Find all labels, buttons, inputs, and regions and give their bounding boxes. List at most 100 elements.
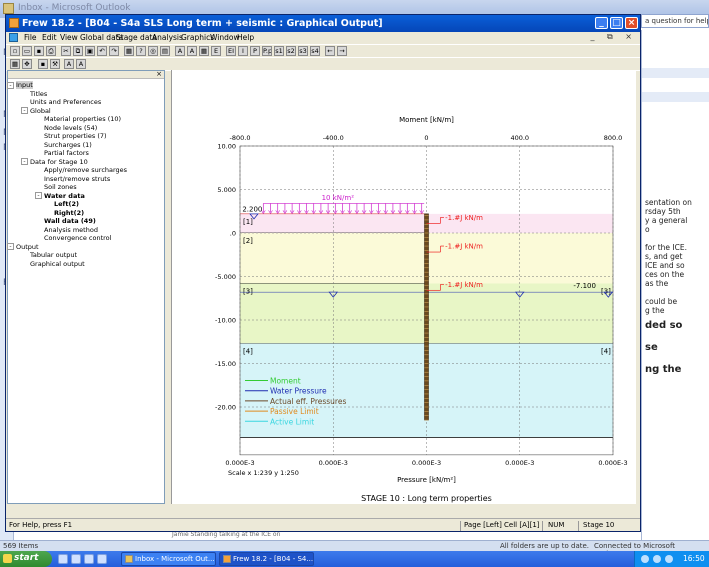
tree-item[interactable]: Input xyxy=(16,81,33,89)
preview-line: for the ICE. xyxy=(645,243,687,252)
quicklaunch-icon[interactable] xyxy=(71,554,81,564)
preview-bold-text: ded so se ng the xyxy=(642,315,709,381)
font-icon[interactable]: A xyxy=(64,59,74,69)
close-button[interactable]: × xyxy=(625,17,638,29)
maximize-button[interactable]: □ xyxy=(610,17,623,29)
mdi-window-buttons[interactable]: _ ⧉ × xyxy=(590,32,637,42)
toolbar-pxp-icon[interactable]: P.p xyxy=(262,46,272,56)
tool-icon[interactable]: ⚒ xyxy=(50,59,60,69)
tree-item[interactable]: Soil zones xyxy=(44,183,77,191)
tree-item[interactable]: Analysis method xyxy=(44,226,98,234)
toolbar-s2-icon[interactable]: s2 xyxy=(286,46,296,56)
menu-file[interactable]: File xyxy=(24,33,37,42)
toolbar-undo-icon[interactable]: ↶ xyxy=(97,46,107,56)
tree-item[interactable]: Tabular output xyxy=(30,251,77,259)
tree-item[interactable]: Graphical output xyxy=(30,260,85,268)
toolbar-save-icon[interactable]: ▪ xyxy=(34,46,44,56)
preview-line: could be xyxy=(645,297,678,306)
tree-item[interactable]: Partial factors xyxy=(44,149,89,157)
tree-item[interactable]: Right(2) xyxy=(54,209,84,217)
menu-edit[interactable]: Edit xyxy=(42,33,57,42)
preview-line: s, and get xyxy=(645,252,683,261)
status-separator xyxy=(460,521,461,531)
toolbar-a-icon[interactable]: A xyxy=(187,46,197,56)
status-page-cell: Page [Left] Cell [A][1] xyxy=(464,521,540,529)
quicklaunch-icon[interactable] xyxy=(84,554,94,564)
quicklaunch-icon[interactable] xyxy=(58,554,68,564)
level-tick-label: -15.00 xyxy=(215,360,236,368)
tree-item[interactable]: Output xyxy=(16,243,39,251)
tree-item[interactable]: Surcharges (1) xyxy=(44,141,92,149)
toolbar-x-icon[interactable]: → xyxy=(337,46,347,56)
taskbar-button-frew[interactable]: Frew 18.2 - [B04 - S4... xyxy=(219,552,314,566)
toolbar-new-icon[interactable]: ▫ xyxy=(10,46,20,56)
tree-expander-icon[interactable]: - xyxy=(7,81,14,89)
toolbar-grid-icon[interactable]: ▦ xyxy=(199,46,209,56)
toolbar-paste-icon[interactable]: ▣ xyxy=(85,46,95,56)
toolbar-print-icon[interactable]: ⎙ xyxy=(46,46,56,56)
toolbar-view-icon[interactable]: ◎ xyxy=(148,46,158,56)
menu-view[interactable]: View xyxy=(60,33,78,42)
minimize-button[interactable]: _ xyxy=(595,17,608,29)
wall-chart[interactable]: [1][2][3] [3][4] [4]-800.00.000E-3-400.00.… xyxy=(172,70,637,504)
toolbar-p-icon[interactable]: P xyxy=(250,46,260,56)
menu-stage-data[interactable]: Stage data xyxy=(116,33,157,42)
toolbar-open-icon[interactable]: ▭ xyxy=(22,46,32,56)
graphical-output-panel[interactable]: [1] [2] [3] [3] [4] [4] -800.0 0.000E-3 -400.0 0.… xyxy=(171,70,636,504)
toolbar-redo-icon[interactable]: ↷ xyxy=(109,46,119,56)
toolbar-a-icon[interactable]: A xyxy=(175,46,185,56)
document-icon[interactable] xyxy=(9,33,18,42)
tree-item[interactable]: Material properties (10) xyxy=(44,115,121,123)
quicklaunch-icon[interactable] xyxy=(97,554,107,564)
tree-item[interactable]: Global xyxy=(30,107,51,115)
menu-window[interactable]: Window xyxy=(210,33,240,42)
toolbar-ei-icon[interactable]: EI xyxy=(226,46,236,56)
pressure-axis-title: Pressure [kN/m²] xyxy=(397,476,456,484)
tree-item[interactable]: Left(2) xyxy=(54,200,79,208)
taskbar-button-outlook[interactable]: Inbox - Microsoft Out... xyxy=(121,552,216,566)
tree-expander-icon[interactable]: - xyxy=(21,107,28,114)
save-icon[interactable]: ▪ xyxy=(38,59,48,69)
toolbar-s1-icon[interactable]: s1 xyxy=(274,46,284,56)
tree-item[interactable]: Titles xyxy=(30,90,47,98)
input-tree-panel[interactable]: × - Input Titles Units and Preferences - Glob… xyxy=(7,70,165,504)
toolbar-help-icon[interactable]: ? xyxy=(136,46,146,56)
toolbar-copy-icon[interactable]: ⧉ xyxy=(73,46,83,56)
toolbar-x-icon[interactable]: ← xyxy=(325,46,335,56)
toolbar-s3-icon[interactable]: s3 xyxy=(298,46,308,56)
tree-item[interactable]: Strut properties (7) xyxy=(44,132,107,140)
start-button[interactable]: start xyxy=(0,551,52,567)
toolbar-graph-icon[interactable]: ▤ xyxy=(160,46,170,56)
toolbar-e-icon[interactable]: E xyxy=(211,46,221,56)
zone-label: [3] xyxy=(243,287,253,295)
tree-item[interactable]: Units and Preferences xyxy=(30,98,101,106)
pressure-tick-label: 0.000E-3 xyxy=(319,459,348,467)
frew-title-bar[interactable]: Frew 18.2 - [B04 - S4a SLS Long term + s… xyxy=(6,15,640,32)
tree-expander-icon[interactable]: - xyxy=(7,243,14,250)
grid-icon[interactable]: ▦ xyxy=(10,59,20,69)
tree-item[interactable]: Data for Stage 10 xyxy=(30,158,88,166)
toolbar-i-icon[interactable]: I xyxy=(238,46,248,56)
close-panel-icon[interactable]: × xyxy=(156,70,162,78)
menu-analysis[interactable]: Analysis xyxy=(152,33,183,42)
ask-question-box[interactable]: a question for help xyxy=(641,14,709,28)
tree-item[interactable]: Node levels (54) xyxy=(44,124,97,132)
tree-item[interactable]: Water data xyxy=(44,192,85,200)
tree-expander-icon[interactable]: - xyxy=(21,158,28,165)
tray-icon[interactable] xyxy=(653,555,661,563)
font-icon[interactable]: A xyxy=(76,59,86,69)
move-icon[interactable]: ✥ xyxy=(22,59,32,69)
toolbar-s4-icon[interactable]: s4 xyxy=(310,46,320,56)
tree-item[interactable]: Convergence control xyxy=(44,234,111,242)
toolbar-cut-icon[interactable]: ✂ xyxy=(61,46,71,56)
tree-item[interactable]: Apply/remove surcharges xyxy=(44,166,127,174)
toolbar-calc-icon[interactable]: ▦ xyxy=(124,46,134,56)
tray-icon[interactable] xyxy=(665,555,673,563)
tray-icon[interactable] xyxy=(641,555,649,563)
tree-expander-icon[interactable]: - xyxy=(35,192,42,199)
zone-label: [4] xyxy=(243,347,253,355)
tree-item[interactable]: Insert/remove struts xyxy=(44,175,110,183)
menu-help[interactable]: Help xyxy=(237,33,254,42)
tree-item[interactable]: Wall data (49) xyxy=(44,217,96,225)
moment-value-label: -1.#J kN/m xyxy=(445,281,483,289)
